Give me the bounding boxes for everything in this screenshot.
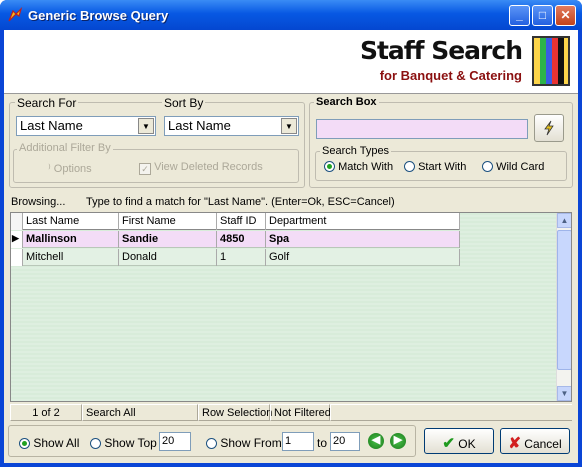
- radio-icon[interactable]: [324, 161, 335, 172]
- chevron-down-icon[interactable]: ▼: [138, 118, 154, 134]
- scroll-up-icon[interactable]: ▲: [557, 213, 571, 228]
- column-header-last-name[interactable]: Last Name: [23, 213, 119, 230]
- cell-staff-id: 1: [217, 249, 266, 266]
- search-scope: Search All: [82, 404, 198, 421]
- show-to-input[interactable]: 20: [330, 432, 360, 451]
- radio-show-all[interactable]: Show All: [19, 436, 79, 450]
- radio-wild-card[interactable]: Wild Card: [482, 161, 544, 173]
- cancel-label: Cancel: [524, 437, 562, 451]
- row-indicator: [11, 249, 23, 266]
- search-for-value: Last Name: [20, 118, 83, 133]
- title-bar[interactable]: Generic Browse Query _ □ ✕: [0, 0, 582, 30]
- filter-icon: ⁾: [48, 163, 51, 175]
- app-window: Generic Browse Query _ □ ✕ Staff Search …: [0, 0, 582, 467]
- check-icon: ✔: [442, 435, 455, 452]
- status-bar: 1 of 2 Search All Row Selection Not Filt…: [10, 404, 572, 421]
- chevron-down-icon[interactable]: ▼: [281, 118, 297, 134]
- ok-button[interactable]: ✔ OK: [424, 428, 494, 454]
- view-deleted-label: View Deleted Records: [154, 161, 263, 173]
- show-top-input[interactable]: 20: [159, 432, 191, 451]
- column-header-staff-id[interactable]: Staff ID: [217, 213, 266, 230]
- sort-by-value: Last Name: [168, 118, 231, 133]
- radio-show-top[interactable]: Show Top: [90, 436, 157, 450]
- browse-mode: Browsing...: [11, 196, 66, 208]
- radio-icon[interactable]: [206, 438, 217, 449]
- banner: Staff Search for Banquet & Catering: [4, 30, 578, 94]
- banner-logo-icon: [532, 36, 570, 86]
- filter-state: Not Filtered: [270, 404, 331, 421]
- vertical-scrollbar[interactable]: ▲ ▼: [556, 213, 571, 401]
- additional-filter-label: Additional Filter By: [17, 142, 113, 154]
- radio-icon[interactable]: [482, 161, 493, 172]
- x-icon: ✘: [508, 435, 521, 452]
- column-header-department[interactable]: Department: [266, 213, 460, 230]
- cell-department: Spa: [266, 231, 460, 248]
- grid-header: Last Name First Name Staff ID Department: [11, 213, 460, 230]
- cell-staff-id: 4850: [217, 231, 266, 248]
- radio-icon[interactable]: [90, 438, 101, 449]
- maximize-button[interactable]: □: [532, 5, 553, 26]
- radio-icon[interactable]: [19, 438, 30, 449]
- options-label: Options: [53, 163, 92, 175]
- close-button[interactable]: ✕: [555, 5, 576, 26]
- to-label: to: [317, 436, 328, 450]
- sort-by-label: Sort By: [162, 96, 206, 110]
- lightning-icon: [544, 120, 554, 136]
- cell-first-name: Sandie: [119, 231, 217, 248]
- table-row[interactable]: ▶ Mallinson Sandie 4850 Spa: [11, 231, 460, 248]
- radio-match-with[interactable]: Match With: [324, 161, 393, 173]
- cancel-button[interactable]: ✘ Cancel: [500, 428, 570, 454]
- start-with-label: Start With: [418, 161, 467, 173]
- banner-subtitle: for Banquet & Catering: [379, 68, 522, 83]
- search-box-label: Search Box: [314, 96, 379, 108]
- results-grid[interactable]: Last Name First Name Staff ID Department…: [10, 212, 572, 402]
- sort-by-select[interactable]: Last Name ▼: [164, 116, 299, 136]
- options-button[interactable]: ⁾ Options: [48, 162, 92, 175]
- search-types-label: Search Types: [320, 145, 392, 157]
- radio-icon[interactable]: [404, 161, 415, 172]
- cell-department: Golf: [266, 249, 460, 266]
- search-for-select[interactable]: Last Name ▼: [16, 116, 156, 136]
- row-pointer-icon: ▶: [11, 231, 23, 248]
- wild-card-label: Wild Card: [496, 161, 545, 173]
- cell-last-name: Mitchell: [23, 249, 119, 266]
- browse-hint: Type to find a match for "Last Name". (E…: [86, 196, 395, 208]
- record-position: 1 of 2: [10, 404, 82, 421]
- match-with-label: Match With: [338, 161, 394, 173]
- window-client: Staff Search for Banquet & Catering Sear…: [4, 30, 578, 463]
- search-input[interactable]: [316, 119, 528, 139]
- table-row[interactable]: Mitchell Donald 1 Golf: [11, 249, 460, 266]
- selection-mode: Row Selection: [198, 404, 272, 421]
- search-go-button[interactable]: [534, 114, 564, 142]
- radio-show-from[interactable]: Show From: [206, 436, 282, 450]
- ok-label: OK: [458, 437, 476, 451]
- show-all-label: Show All: [33, 436, 80, 450]
- app-icon: [8, 7, 23, 22]
- scroll-thumb[interactable]: [557, 230, 571, 370]
- show-from-input[interactable]: 1: [282, 432, 314, 451]
- radio-start-with[interactable]: Start With: [404, 161, 466, 173]
- show-from-label: Show From: [220, 436, 282, 450]
- row-indicator-header: [11, 213, 23, 230]
- show-top-label: Show Top: [104, 436, 157, 450]
- column-header-first-name[interactable]: First Name: [119, 213, 217, 230]
- check-icon[interactable]: ✓: [139, 163, 151, 175]
- view-deleted-checkbox[interactable]: ✓ View Deleted Records: [139, 161, 263, 175]
- previous-arrow-icon[interactable]: ◀: [368, 433, 384, 449]
- cell-last-name: Mallinson: [23, 231, 119, 248]
- banner-title: Staff Search: [359, 36, 523, 65]
- scroll-down-icon[interactable]: ▼: [557, 386, 571, 401]
- window-title: Generic Browse Query: [28, 8, 169, 23]
- next-arrow-icon[interactable]: ▶: [390, 433, 406, 449]
- search-for-label: Search For: [15, 96, 79, 110]
- status-empty: [330, 404, 572, 421]
- minimize-button[interactable]: _: [509, 5, 530, 26]
- cell-first-name: Donald: [119, 249, 217, 266]
